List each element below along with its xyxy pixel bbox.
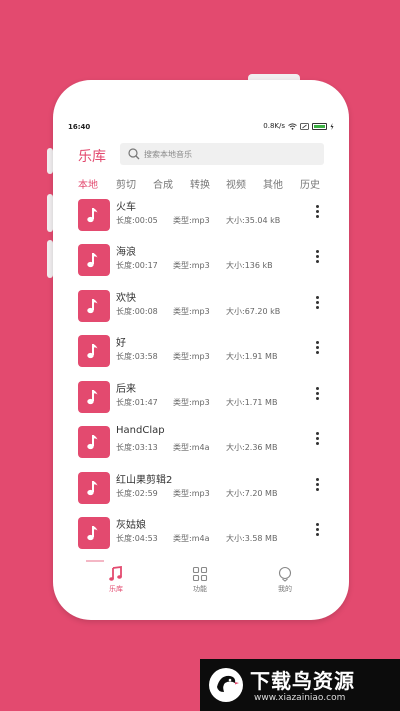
song-size: 大小:67.20 kB bbox=[226, 307, 281, 316]
song-duration: 长度:03:13 bbox=[116, 443, 158, 452]
song-name: 红山果剪辑2 bbox=[116, 475, 173, 486]
nav-functions-label: 功能 bbox=[193, 585, 207, 593]
bottom-navigation: 乐库 功能 我的 bbox=[64, 562, 338, 604]
music-note-icon bbox=[109, 566, 122, 581]
song-cover bbox=[78, 426, 110, 458]
song-type: 类型:mp3 bbox=[173, 261, 210, 270]
profile-icon bbox=[278, 566, 292, 582]
watermark-title: 下载鸟资源 bbox=[250, 669, 355, 693]
more-options-icon[interactable] bbox=[312, 294, 322, 316]
status-bar: 16:40 0.8K/s bbox=[64, 118, 338, 138]
nav-profile[interactable]: 我的 bbox=[255, 566, 315, 594]
list-item[interactable]: 火车 长度:00:05 类型:mp3 大小:35.04 kB bbox=[64, 194, 338, 239]
song-cover bbox=[78, 517, 110, 549]
tab-video[interactable]: 视频 bbox=[226, 176, 246, 191]
song-size: 大小:1.71 MB bbox=[226, 398, 278, 407]
song-type: 类型:mp3 bbox=[173, 489, 210, 498]
app-screen: 16:40 0.8K/s 乐库 本地 剪切 合成 bbox=[64, 118, 338, 604]
song-size: 大小:1.91 MB bbox=[226, 352, 278, 361]
search-bar[interactable] bbox=[120, 143, 324, 165]
more-options-icon[interactable] bbox=[312, 521, 322, 543]
song-duration: 长度:04:53 bbox=[116, 534, 158, 543]
music-note-icon bbox=[87, 344, 98, 359]
song-list: 火车 长度:00:05 类型:mp3 大小:35.04 kB 海浪 长度:00:… bbox=[64, 194, 338, 560]
more-options-icon[interactable] bbox=[312, 339, 322, 361]
song-size: 大小:2.36 MB bbox=[226, 443, 278, 452]
song-duration: 长度:02:59 bbox=[116, 489, 158, 498]
list-item[interactable]: HandClap 长度:03:13 类型:m4a 大小:2.36 MB bbox=[64, 421, 338, 466]
list-item[interactable]: 后来 长度:01:47 类型:mp3 大小:1.71 MB bbox=[64, 376, 338, 421]
song-duration: 长度:00:17 bbox=[116, 261, 158, 270]
song-type: 类型:mp3 bbox=[173, 216, 210, 225]
song-duration: 长度:00:08 bbox=[116, 307, 158, 316]
song-size: 大小:35.04 kB bbox=[226, 216, 281, 225]
song-duration: 长度:03:58 bbox=[116, 352, 158, 361]
song-type: 类型:mp3 bbox=[173, 307, 210, 316]
category-tabs: 本地 剪切 合成 转换 视频 其他 历史 bbox=[64, 176, 338, 194]
song-type: 类型:mp3 bbox=[173, 352, 210, 361]
search-icon bbox=[128, 148, 140, 160]
more-options-icon[interactable] bbox=[312, 476, 322, 498]
song-cover bbox=[78, 381, 110, 413]
status-time: 16:40 bbox=[68, 123, 91, 131]
song-name: 灰姑娘 bbox=[116, 520, 146, 531]
music-note-icon bbox=[87, 390, 98, 405]
song-size: 大小:136 kB bbox=[226, 261, 273, 270]
song-size: 大小:3.58 MB bbox=[226, 534, 278, 543]
tab-convert[interactable]: 转换 bbox=[190, 176, 210, 191]
music-note-icon bbox=[87, 299, 98, 314]
list-item[interactable]: 好 长度:03:58 类型:mp3 大小:1.91 MB bbox=[64, 330, 338, 375]
more-options-icon[interactable] bbox=[312, 203, 322, 225]
page-title: 乐库 bbox=[78, 149, 106, 165]
song-cover bbox=[78, 199, 110, 231]
nav-functions[interactable]: 功能 bbox=[170, 566, 230, 594]
list-item[interactable]: 欢快 长度:00:08 类型:mp3 大小:67.20 kB bbox=[64, 285, 338, 330]
tab-merge[interactable]: 合成 bbox=[153, 176, 173, 191]
tab-other[interactable]: 其他 bbox=[263, 176, 283, 191]
grid-icon bbox=[192, 566, 208, 582]
nav-library[interactable]: 乐库 bbox=[86, 566, 146, 594]
search-input[interactable] bbox=[144, 149, 314, 159]
song-cover bbox=[78, 290, 110, 322]
song-name: 火车 bbox=[116, 202, 136, 213]
battery-icon bbox=[312, 122, 327, 130]
song-duration: 长度:01:47 bbox=[116, 398, 158, 407]
network-speed: 0.8K/s bbox=[263, 122, 285, 130]
list-item[interactable]: 灰姑娘 长度:04:53 类型:m4a 大小:3.58 MB bbox=[64, 512, 338, 557]
nav-library-label: 乐库 bbox=[109, 585, 123, 593]
song-type: 类型:mp3 bbox=[173, 398, 210, 407]
tab-local[interactable]: 本地 bbox=[78, 176, 98, 191]
nav-profile-label: 我的 bbox=[278, 585, 292, 593]
song-type: 类型:m4a bbox=[173, 534, 210, 543]
more-options-icon[interactable] bbox=[312, 430, 322, 452]
music-note-icon bbox=[87, 526, 98, 541]
list-item[interactable]: 红山果剪辑2 长度:02:59 类型:mp3 大小:7.20 MB bbox=[64, 467, 338, 512]
song-name: HandClap bbox=[116, 425, 165, 436]
music-note-icon bbox=[87, 253, 98, 268]
music-note-icon bbox=[87, 435, 98, 450]
wifi-icon bbox=[288, 122, 297, 130]
song-name: 好 bbox=[116, 338, 126, 349]
charging-icon bbox=[330, 122, 334, 130]
more-options-icon[interactable] bbox=[312, 248, 322, 270]
list-item[interactable]: 海浪 长度:00:17 类型:mp3 大小:136 kB bbox=[64, 239, 338, 284]
music-note-icon bbox=[87, 481, 98, 496]
watermark: 下载鸟资源 www.xiazainiao.com bbox=[200, 659, 400, 711]
song-cover bbox=[78, 335, 110, 367]
song-type: 类型:m4a bbox=[173, 443, 210, 452]
tab-history[interactable]: 历史 bbox=[300, 176, 320, 191]
song-name: 后来 bbox=[116, 384, 136, 395]
more-options-icon[interactable] bbox=[312, 385, 322, 407]
song-duration: 长度:00:05 bbox=[116, 216, 158, 225]
watermark-url: www.xiazainiao.com bbox=[254, 693, 346, 703]
bird-logo-icon bbox=[209, 668, 243, 702]
song-name: 欢快 bbox=[116, 293, 136, 304]
song-cover bbox=[78, 244, 110, 276]
song-cover bbox=[78, 472, 110, 504]
tab-cut[interactable]: 剪切 bbox=[116, 176, 136, 191]
signal-icon bbox=[300, 122, 309, 130]
song-size: 大小:7.20 MB bbox=[226, 489, 278, 498]
music-note-icon bbox=[87, 208, 98, 223]
song-name: 海浪 bbox=[116, 247, 136, 258]
